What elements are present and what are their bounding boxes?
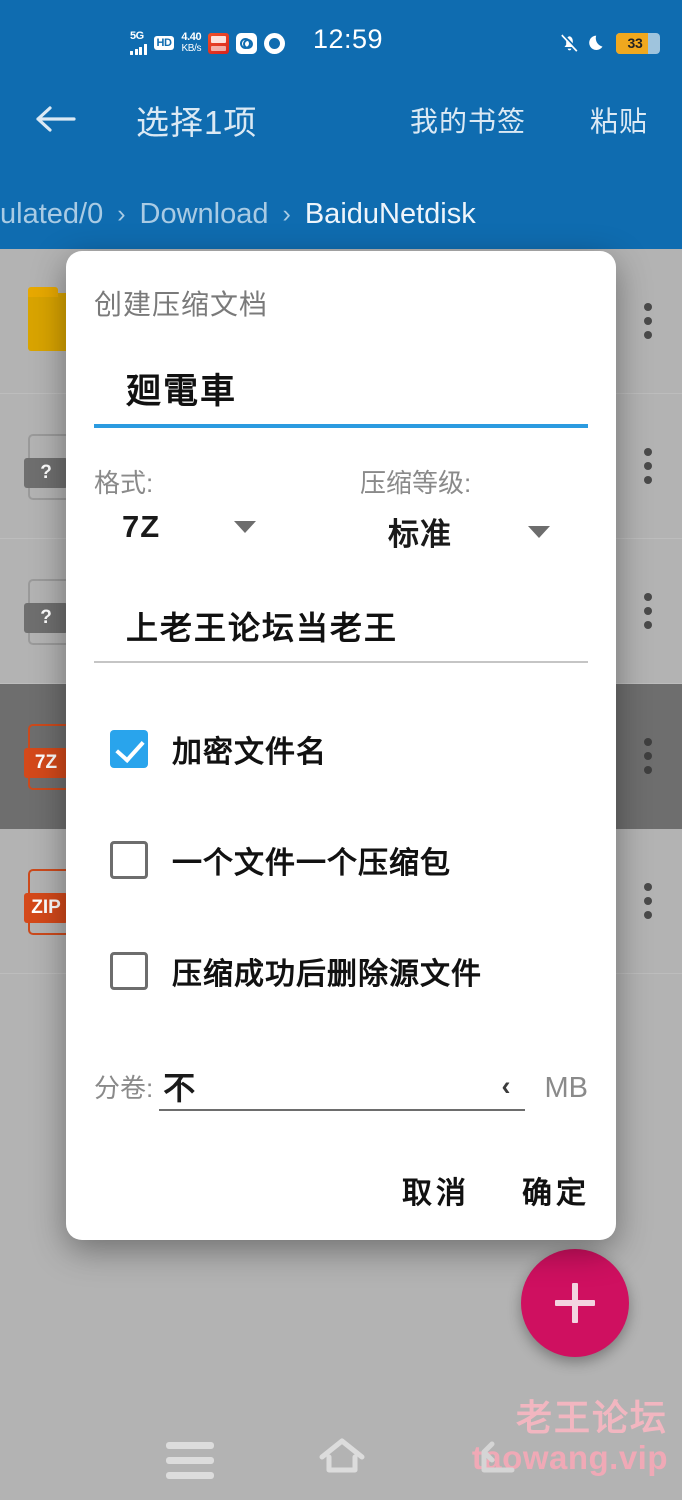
home-icon[interactable] (316, 1436, 368, 1481)
options-checkbox-group: 加密文件名 一个文件一个压缩包 压缩成功后删除源文件 (110, 721, 580, 1054)
net-speed-unit: KB/s (181, 42, 202, 54)
row-overflow-menu[interactable] (644, 593, 652, 629)
breadcrumb-item-1[interactable]: Download (140, 198, 269, 231)
status-bar: 5G HD 4.40 KB/s 12:59 33 (0, 0, 682, 76)
format-value: 7Z (122, 509, 161, 544)
checkbox-encrypt-filenames[interactable]: 加密文件名 (110, 721, 580, 777)
system-navigation-bar[interactable] (0, 1408, 682, 1500)
bell-mute-icon (560, 33, 579, 53)
network-type-label: 5G (130, 30, 144, 42)
recents-icon[interactable] (166, 1442, 214, 1487)
plus-icon (555, 1283, 595, 1323)
breadcrumb-item-0[interactable]: ulated/0 (0, 198, 103, 231)
file-type-badge: ZIP (24, 893, 68, 923)
split-label: 分卷: (94, 1073, 154, 1103)
status-clock: 12:59 (313, 24, 384, 54)
checkbox-unchecked-icon[interactable] (110, 952, 148, 990)
bookmarks-button[interactable]: 我的书签 (410, 100, 526, 140)
dialog-title: 创建压缩文档 (94, 289, 269, 320)
signal-bars-icon: 5G (130, 31, 147, 55)
checkbox-label: 一个文件一个压缩包 (172, 847, 451, 880)
app-header: 5G HD 4.40 KB/s 12:59 33 选择1项 我的书签 粘贴 ul… (0, 0, 682, 249)
chevron-down-icon (234, 521, 257, 533)
battery-percent: 33 (627, 35, 643, 51)
breadcrumb: ulated/0 › Download › BaiduNetdisk (0, 185, 682, 243)
archive-name-field[interactable]: 廻電車 (94, 363, 588, 428)
wh-app-icon (236, 32, 258, 54)
level-label: 压缩等级: (360, 468, 472, 498)
battery-icon: 33 (616, 32, 660, 54)
split-value: 不 (163, 1070, 196, 1106)
wps-app-icon (208, 32, 230, 54)
breadcrumb-item-2[interactable]: BaiduNetdisk (305, 198, 476, 231)
row-overflow-menu[interactable] (644, 303, 652, 339)
dialog-actions: 取消 确定 (402, 1168, 590, 1212)
cancel-button[interactable]: 取消 (402, 1168, 470, 1212)
format-select[interactable]: 7Z (122, 509, 340, 545)
moon-icon (588, 34, 607, 53)
file-type-badge: ? (24, 603, 68, 633)
format-label: 格式: (94, 468, 154, 498)
file-type-badge: ? (24, 458, 68, 488)
confirm-button[interactable]: 确定 (522, 1168, 590, 1212)
row-overflow-menu[interactable] (644, 448, 652, 484)
hd-icon: HD (153, 35, 175, 51)
row-overflow-menu[interactable] (644, 883, 652, 919)
password-underline (94, 661, 588, 663)
net-speed-value: 4.40 (181, 30, 202, 43)
split-unit-label: MB (544, 1072, 589, 1104)
password-field[interactable]: 上老王论坛当老王 (94, 603, 588, 663)
chevron-down-icon (528, 525, 550, 538)
level-value: 标准 (388, 517, 452, 552)
breadcrumb-separator: › (117, 199, 126, 228)
create-archive-dialog: 创建压缩文档 廻電車 格式: 压缩等级: 7Z 标准 上老王论坛当老王 加密文件… (66, 251, 616, 1240)
checkbox-label: 压缩成功后删除源文件 (172, 958, 482, 991)
password-value[interactable]: 上老王论坛当老王 (94, 603, 588, 661)
add-fab-button[interactable] (521, 1249, 629, 1357)
spinner-row: 7Z 标准 (94, 509, 588, 567)
checkbox-checked-icon[interactable] (110, 730, 148, 768)
split-volume-row: 分卷: 不 ‹ MB (94, 1051, 588, 1111)
archive-name-underline (94, 424, 588, 428)
compression-level-select[interactable]: 标准 (388, 509, 598, 554)
back-icon[interactable] (470, 1440, 516, 1485)
app-toolbar: 选择1项 我的书签 粘贴 (0, 82, 682, 164)
breadcrumb-separator: › (282, 199, 291, 228)
split-input[interactable]: 不 ‹ (159, 1063, 525, 1111)
checkbox-delete-source-after[interactable]: 压缩成功后删除源文件 (110, 943, 580, 999)
paste-button[interactable]: 粘贴 (590, 100, 648, 140)
checkbox-one-archive-per-file[interactable]: 一个文件一个压缩包 (110, 832, 580, 888)
checkbox-label: 加密文件名 (172, 736, 327, 769)
archive-name-value[interactable]: 廻電車 (94, 363, 588, 424)
checkbox-unchecked-icon[interactable] (110, 841, 148, 879)
chevron-left-icon[interactable]: ‹ (502, 1071, 511, 1102)
file-type-badge: 7Z (24, 748, 68, 778)
row-overflow-menu[interactable] (644, 738, 652, 774)
chrome-app-icon (264, 32, 286, 54)
page-title: 选择1项 (136, 104, 258, 141)
network-speed-icon: 4.40 KB/s (181, 30, 202, 54)
back-arrow-icon[interactable] (34, 98, 76, 140)
